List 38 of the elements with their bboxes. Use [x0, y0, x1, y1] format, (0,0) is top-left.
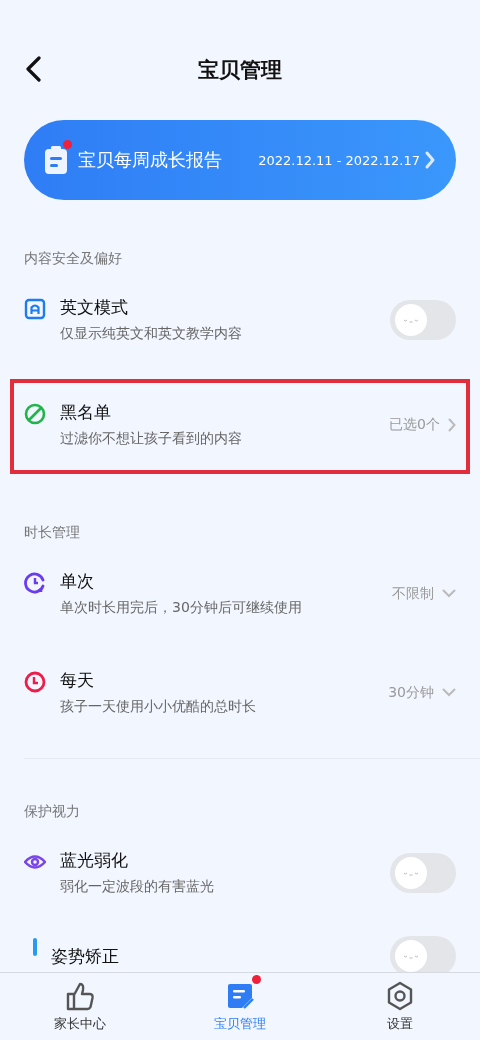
report-banner[interactable]: 宝贝每周成长报告 2022.12.11 - 2022.12.17: [24, 120, 456, 200]
chevron-down-icon: [442, 589, 456, 598]
page-title: 宝贝管理: [198, 57, 282, 84]
setting-value[interactable]: 不限制: [392, 584, 434, 603]
toggle-switch[interactable]: [390, 852, 456, 893]
setting-description: 弱化一定波段的有害蓝光: [60, 878, 215, 896]
setting-description: 孩子一天使用小小优酷的总时长: [60, 698, 257, 716]
thumbs-up-icon: [65, 980, 95, 1011]
setting-title: 单次: [60, 570, 95, 593]
tab-item[interactable]: 家长中心: [0, 973, 160, 1040]
date-range: 2022.12.11 - 2022.12.17: [258, 152, 420, 168]
setting-title: 英文模式: [60, 296, 129, 319]
chevron-right-icon: [448, 417, 456, 432]
clipboard-icon: [44, 145, 68, 175]
settings-icon: [385, 980, 415, 1011]
setting-value[interactable]: 30分钟: [388, 683, 434, 702]
tab-item[interactable]: 设置: [320, 973, 480, 1040]
chevron-down-icon: [442, 688, 456, 697]
toggle-switch[interactable]: [390, 936, 456, 972]
tab-item[interactable]: 宝贝管理: [160, 973, 320, 1040]
setting-value[interactable]: 已选0个: [389, 415, 440, 434]
setting-title: 姿势矫正: [51, 944, 120, 968]
banner-title: 宝贝每周成长报告: [78, 148, 223, 172]
setting-description: 单次时长用完后，30分钟后可继续使用: [60, 599, 303, 617]
smiley-knob-icon: [394, 940, 428, 972]
smiley-knob-icon: [394, 856, 428, 889]
toggle-switch[interactable]: [390, 299, 456, 340]
section-title: 内容安全及偏好: [23, 249, 123, 268]
section-title: 保护视力: [23, 802, 81, 821]
setting-title: 每天: [60, 669, 95, 692]
setting-description: 仅显示纯英文和英文教学内容: [60, 325, 243, 343]
chevron-right-icon: [424, 150, 436, 170]
back-icon[interactable]: [24, 56, 42, 82]
setting-title: 蓝光弱化: [60, 849, 129, 872]
section-title: 时长管理: [23, 523, 81, 542]
smiley-knob-icon: [394, 303, 428, 336]
setting-description: 过滤你不想让孩子看到的内容: [60, 430, 243, 448]
setting-title: 黑名单: [60, 401, 112, 424]
